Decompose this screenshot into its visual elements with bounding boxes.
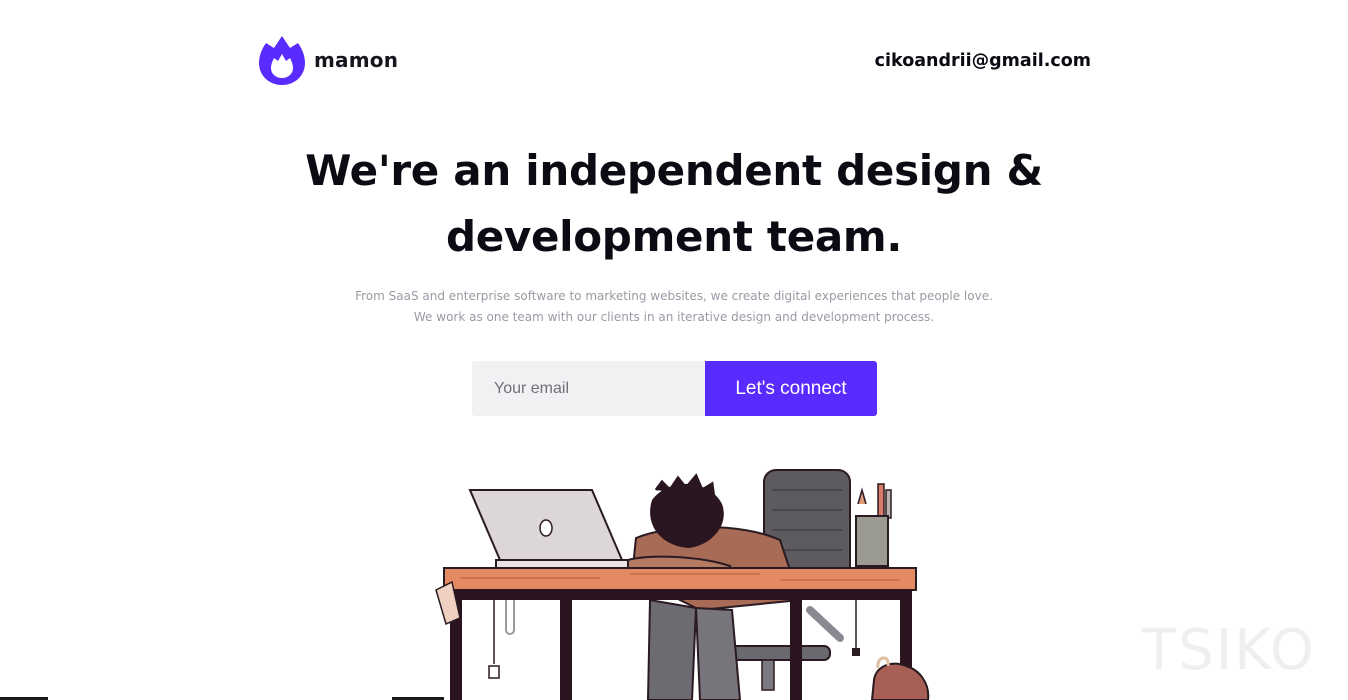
- site-header: mamon cikoandrii@gmail.com: [0, 0, 1348, 120]
- pencil-cup: [855, 483, 892, 567]
- brand-logo[interactable]: mamon: [258, 34, 398, 86]
- contact-email-link[interactable]: cikoandrii@gmail.com: [875, 51, 1091, 71]
- brand-name: mamon: [314, 48, 399, 72]
- flame-logo-icon: [259, 36, 305, 85]
- signup-form: Let's connect: [472, 361, 877, 416]
- connect-button[interactable]: Let's connect: [705, 361, 877, 416]
- headline-line-1: We're an independent design &: [305, 146, 1043, 195]
- backpack: [870, 656, 930, 700]
- watermark: TSIKO: [1141, 618, 1316, 683]
- headline-line-2: development team.: [445, 212, 903, 261]
- hero-description: From SaaS and enterprise software to mar…: [0, 286, 1348, 328]
- hero-headline: We're an independent design & developmen…: [0, 138, 1348, 270]
- description-line-1: From SaaS and enterprise software to mar…: [355, 289, 993, 303]
- tired-developer-illustration: [435, 469, 930, 700]
- description-line-2: We work as one team with our clients in …: [413, 310, 935, 324]
- email-input[interactable]: [472, 361, 705, 416]
